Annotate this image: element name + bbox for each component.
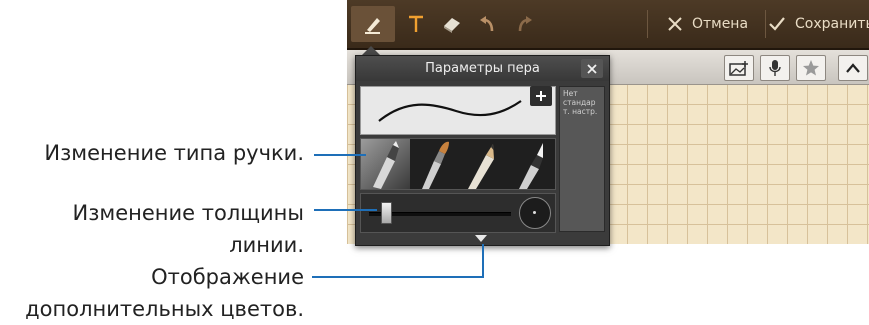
stroke-sample-icon	[378, 100, 522, 122]
pen-type-pencil[interactable]	[458, 139, 507, 189]
annotation-pen-type-text: Изменение типа ручки.	[44, 141, 304, 165]
toolbar-divider	[765, 10, 766, 38]
pen-type-marker[interactable]	[361, 139, 410, 189]
text-tool-button[interactable]	[399, 6, 433, 42]
preset-empty-text: Нет стандар т. настр.	[563, 89, 598, 116]
eraser-icon	[444, 18, 460, 33]
pen-type-brush[interactable]	[410, 139, 459, 189]
save-label: Сохранить	[795, 16, 869, 32]
pen-type-pen[interactable]	[507, 139, 556, 189]
checkmark-icon	[769, 17, 785, 31]
popup-title: Параметры пера	[356, 56, 609, 81]
top-toolbar: Отмена Сохранить	[347, 0, 869, 50]
fountain-pen-icon	[518, 143, 543, 189]
annotation-colors-line1: Отображение	[151, 265, 304, 289]
add-preset-button[interactable]	[530, 86, 552, 106]
pen-tool-button[interactable]	[351, 6, 395, 42]
voice-memo-button[interactable]	[760, 55, 790, 81]
callout-line-pen-type	[314, 154, 366, 156]
annotation-thickness-line1: Изменение толщины	[72, 201, 304, 225]
pen-settings-popup: Параметры пера Нет стандар т. настр.	[355, 55, 610, 246]
preset-panel: Нет стандар т. настр.	[559, 86, 605, 232]
favorite-button[interactable]	[796, 55, 826, 81]
thickness-preview	[519, 197, 551, 229]
undo-icon	[480, 16, 494, 32]
pencil-icon	[468, 144, 495, 189]
annotation-thickness-line2: линии.	[229, 233, 304, 257]
toolbar-divider	[647, 10, 648, 38]
annotation-colors-line2: дополнительных цветов.	[25, 297, 304, 321]
callout-line-colors-h	[312, 276, 484, 278]
expand-colors-arrow[interactable]	[475, 235, 487, 242]
thickness-slider-handle[interactable]	[381, 202, 393, 224]
chevron-up-icon	[846, 63, 860, 73]
close-icon	[587, 63, 597, 74]
undo-button[interactable]	[471, 6, 505, 42]
insert-image-icon	[729, 61, 748, 76]
text-icon	[409, 15, 423, 32]
annotation-thickness: Изменение толщины линии.	[40, 197, 304, 261]
popup-close-button[interactable]	[581, 59, 603, 78]
cancel-label: Отмена	[691, 16, 749, 32]
annotation-colors: Отображение дополнительных цветов.	[0, 261, 304, 325]
cancel-button[interactable]: Отмена	[651, 6, 763, 42]
brush-icon	[421, 141, 449, 189]
marker-pen-icon	[373, 141, 400, 189]
microphone-icon	[769, 60, 781, 76]
collapse-toolbar-button[interactable]	[838, 55, 868, 81]
thickness-dot	[533, 211, 536, 214]
redo-icon	[518, 16, 532, 32]
thickness-row	[360, 193, 556, 233]
callout-line-thickness	[314, 209, 377, 211]
stroke-preview	[360, 86, 556, 135]
pen-type-selector	[360, 138, 556, 190]
callout-line-colors-v	[482, 244, 484, 278]
pen-icon	[365, 18, 380, 34]
insert-image-button[interactable]	[724, 55, 754, 81]
redo-button[interactable]	[507, 6, 541, 42]
eraser-tool-button[interactable]	[435, 6, 469, 42]
plus-icon	[536, 91, 546, 101]
close-icon	[668, 17, 682, 31]
star-icon	[803, 60, 819, 76]
popup-pointer	[362, 46, 380, 55]
annotation-pen-type: Изменение типа ручки.	[30, 137, 304, 169]
save-button[interactable]: Сохранить	[767, 6, 869, 42]
